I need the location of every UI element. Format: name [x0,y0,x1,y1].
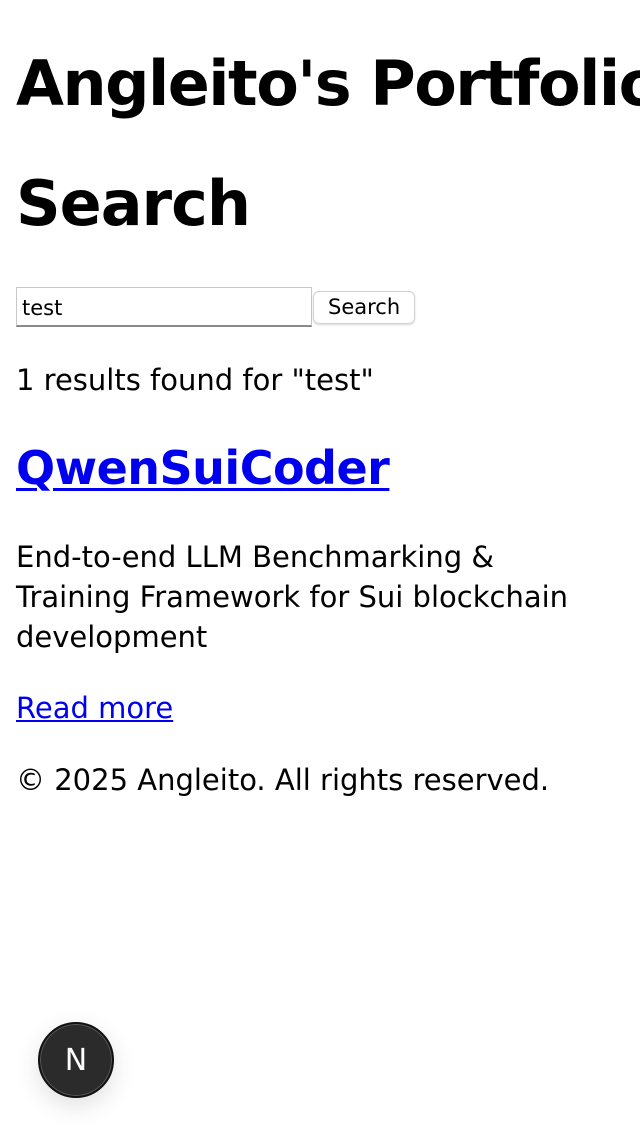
read-more-link[interactable]: Read more [16,690,173,726]
search-button[interactable]: Search [313,290,416,324]
result-title: QwenSuiCoder [16,440,390,496]
result-description: End-to-end LLM Benchmarking & Training F… [16,540,569,654]
result-title-link[interactable]: QwenSuiCoder [16,441,390,495]
search-heading: Search [16,167,251,240]
results-count: 1 results found for "test" [16,363,374,397]
page: Angleito's Portfolio Search Search 1 res… [0,0,640,1136]
search-form: Search [16,287,416,327]
footer-copyright: © 2025 Angleito. All rights reserved. [16,763,550,797]
nextjs-dev-indicator-button[interactable]: N [38,1022,114,1098]
site-title: Angleito's Portfolio [16,47,640,120]
nextjs-icon: N [64,1042,88,1078]
search-input[interactable] [16,287,312,327]
